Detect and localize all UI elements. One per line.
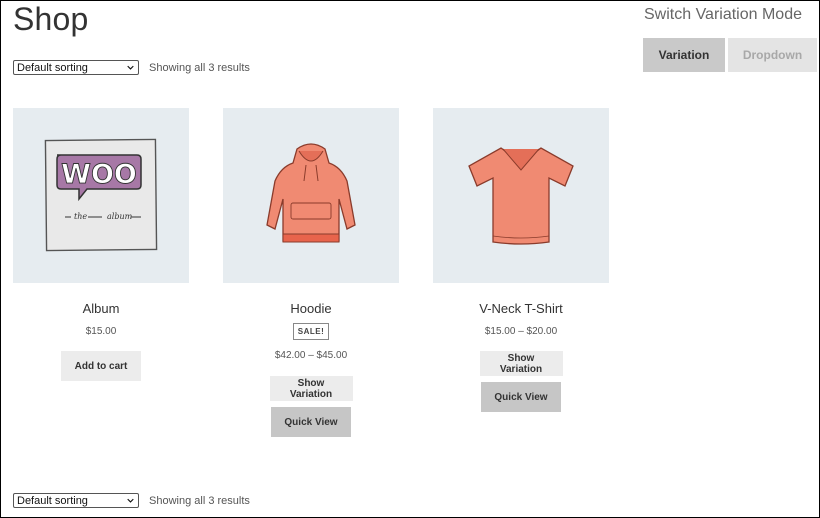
product-name[interactable]: Album	[83, 301, 120, 316]
ordering-top: Default sorting Showing all 3 results	[13, 60, 250, 75]
sale-badge: SALE!	[292, 323, 330, 340]
result-count: Showing all 3 results	[149, 494, 250, 507]
product-price: $15.00 – $20.00	[484, 326, 558, 337]
quick-view-button[interactable]: Quick View	[271, 407, 351, 437]
ordering-bottom: Default sorting Showing all 3 results	[13, 493, 250, 508]
sorting-select[interactable]: Default sorting	[13, 60, 139, 75]
show-variation-button[interactable]: Show Variation	[479, 351, 563, 376]
sorting-select-value: Default sorting	[17, 61, 88, 74]
result-count: Showing all 3 results	[149, 61, 250, 74]
variation-mode-button[interactable]: Variation	[643, 38, 725, 72]
product-price: $42.00 – $45.00	[274, 350, 348, 361]
product-image[interactable]	[223, 108, 399, 283]
product-name[interactable]: Hoodie	[290, 301, 331, 316]
product-price: $15.00	[85, 326, 117, 337]
hoodie-icon	[266, 142, 356, 242]
chevron-down-icon	[127, 498, 134, 503]
product-image[interactable]: WOO the album	[13, 108, 189, 283]
woo-album-icon: WOO the album	[44, 138, 158, 251]
svg-text:WOO: WOO	[61, 159, 137, 190]
product-card-hoodie: Hoodie SALE! $42.00 – $45.00 Show Variat…	[223, 108, 399, 437]
vneck-tshirt-icon	[468, 146, 574, 245]
product-image[interactable]	[433, 108, 609, 283]
product-name[interactable]: V-Neck T-Shirt	[479, 301, 563, 316]
variation-mode-switch: Variation Dropdown	[643, 38, 817, 72]
product-card-vneck-tshirt: V-Neck T-Shirt $15.00 – $20.00 Show Vari…	[433, 108, 609, 412]
dropdown-mode-button[interactable]: Dropdown	[728, 38, 817, 72]
show-variation-button[interactable]: Show Variation	[269, 376, 353, 401]
chevron-down-icon	[127, 65, 134, 70]
sorting-select-value: Default sorting	[17, 494, 88, 507]
shop-page: Shop Default sorting Showing all 3 resul…	[0, 0, 820, 518]
sorting-select[interactable]: Default sorting	[13, 493, 139, 508]
quick-view-button[interactable]: Quick View	[481, 382, 561, 412]
svg-text:the: the	[74, 212, 87, 221]
page-title: Shop	[13, 1, 89, 37]
product-card-album: WOO the album Album $15.00 Add to cart	[13, 108, 189, 381]
variation-mode-title: Switch Variation Mode	[644, 6, 802, 23]
add-to-cart-button[interactable]: Add to cart	[61, 351, 141, 381]
svg-text:album: album	[107, 212, 133, 221]
